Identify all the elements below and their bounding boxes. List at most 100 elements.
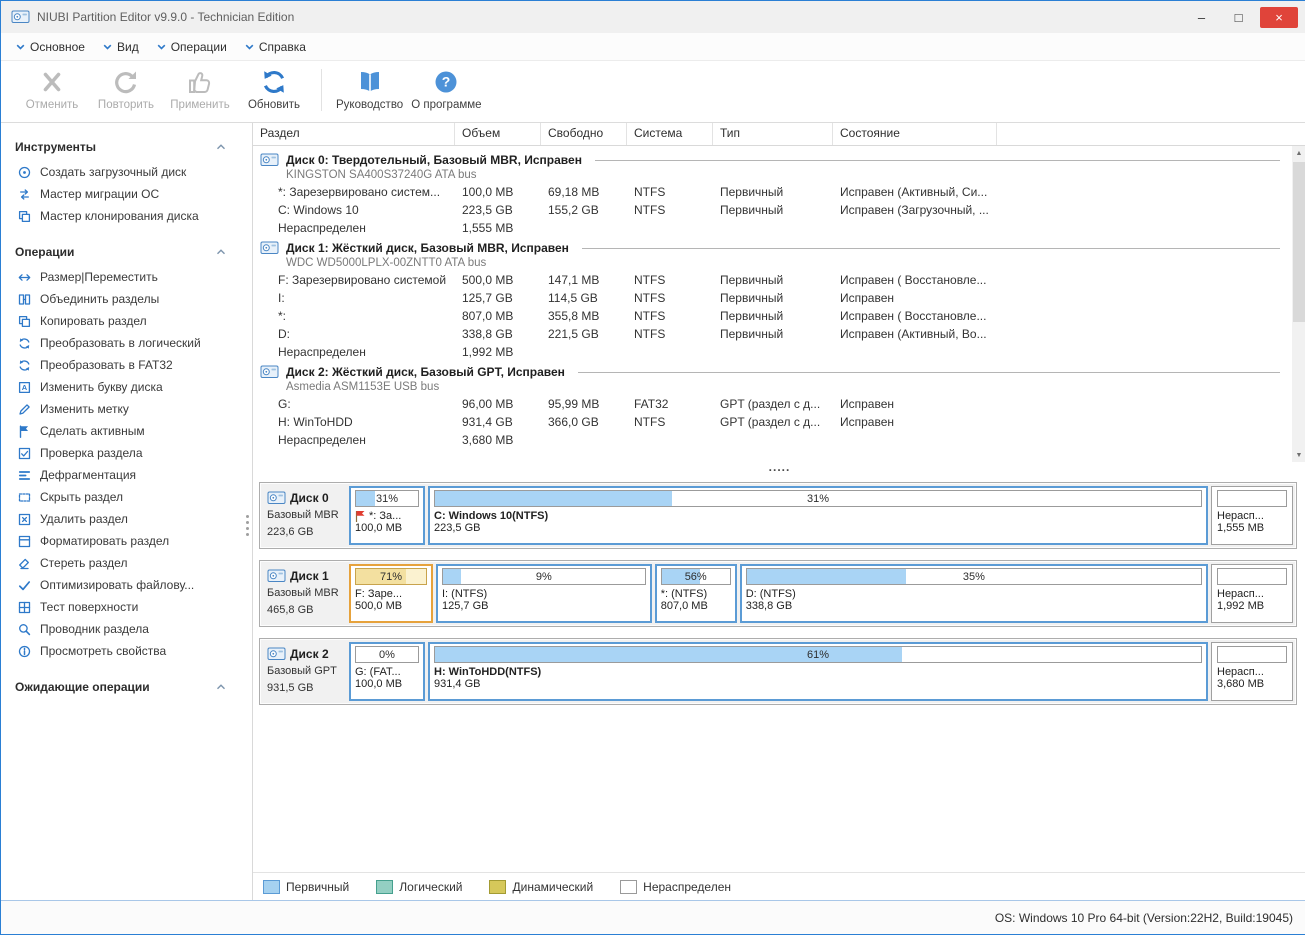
sidebar-item-set-active[interactable]: Сделать активным: [1, 420, 252, 442]
partition-row[interactable]: Нераспределен3,680 MB: [253, 431, 1292, 449]
column-header[interactable]: Объем: [455, 123, 541, 145]
partition-block[interactable]: 35% D: (NTFS) 338,8 GB: [740, 564, 1208, 623]
minimize-button[interactable]: –: [1186, 7, 1217, 28]
disk-info[interactable]: Диск 1 Базовый MBR 465,8 GB: [263, 564, 349, 623]
partition-label: Нерасп...: [1217, 666, 1287, 678]
sidebar-section-header[interactable]: Операции: [1, 240, 252, 266]
disk-icon: [267, 646, 286, 662]
disk-group-header[interactable]: Диск 2: Жёсткий диск, Базовый GPT, Испра…: [253, 361, 1292, 395]
menu-item-operations[interactable]: Операции: [150, 36, 238, 58]
partition-row[interactable]: C: Windows 10223,5 GB155,2 GBNTFSПервичн…: [253, 201, 1292, 219]
partition-row[interactable]: D:338,8 GB221,5 GBNTFSПервичныйИсправен …: [253, 325, 1292, 343]
sidebar-item-merge[interactable]: Объединить разделы: [1, 288, 252, 310]
table-cell: 114,5 GB: [541, 291, 627, 305]
sidebar-item-clone-disk[interactable]: Мастер клонирования диска: [1, 205, 252, 227]
partition-row[interactable]: *: Зарезервировано систем...100,0 MB69,1…: [253, 183, 1292, 201]
sidebar-item-wipe-partition[interactable]: Стереть раздел: [1, 552, 252, 574]
sidebar-item-optimize[interactable]: Оптимизировать файлову...: [1, 574, 252, 596]
scroll-up-icon[interactable]: ▲: [1292, 146, 1305, 160]
partition-row[interactable]: I:125,7 GB114,5 GBNTFSПервичныйИсправен: [253, 289, 1292, 307]
menu-item-help[interactable]: Справка: [238, 36, 317, 58]
title-bar[interactable]: NIUBI Partition Editor v9.9.0 - Technici…: [1, 1, 1305, 33]
vertical-scrollbar[interactable]: ▲ ▼: [1292, 146, 1305, 462]
partition-block[interactable]: 31% C: Windows 10(NTFS) 223,5 GB: [428, 486, 1208, 545]
usage-percent: 9%: [443, 569, 645, 584]
partition-label: Нерасп...: [1217, 588, 1287, 600]
partition-row[interactable]: H: WinToHDD931,4 GB366,0 GBNTFSGPT (разд…: [253, 413, 1292, 431]
sidebar-item-hide-partition[interactable]: Скрыть раздел: [1, 486, 252, 508]
usage-percent: 71%: [356, 569, 426, 584]
sidebar-item-os-migration[interactable]: Мастер миграции ОС: [1, 183, 252, 205]
sidebar-item-explorer[interactable]: Проводник раздела: [1, 618, 252, 640]
apply-button[interactable]: Применить: [163, 66, 237, 113]
partition-block[interactable]: 61% H: WinToHDD(NTFS) 931,4 GB: [428, 642, 1208, 701]
column-header[interactable]: Система: [627, 123, 713, 145]
column-header[interactable]: Свободно: [541, 123, 627, 145]
partition-row[interactable]: Нераспределен1,555 MB: [253, 219, 1292, 237]
apply-icon: [185, 68, 215, 96]
sidebar-item-copy[interactable]: Копировать раздел: [1, 310, 252, 332]
sidebar-item-format-partition[interactable]: Форматировать раздел: [1, 530, 252, 552]
sidebar-item-convert-fat32[interactable]: Преобразовать в FAT32: [1, 354, 252, 376]
refresh-button[interactable]: Обновить: [237, 66, 311, 113]
partition-row[interactable]: F: Зарезервировано системой500,0 MB147,1…: [253, 271, 1292, 289]
close-button[interactable]: ×: [1260, 7, 1298, 28]
redo-button[interactable]: Повторить: [89, 66, 163, 113]
partition-block[interactable]: Нерасп... 3,680 MB: [1211, 642, 1293, 701]
partition-block[interactable]: 9% I: (NTFS) 125,7 GB: [436, 564, 652, 623]
column-header[interactable]: Раздел: [253, 123, 455, 145]
undo-button[interactable]: Отменить: [15, 66, 89, 113]
partition-label: *: За...: [355, 510, 419, 522]
disk-info[interactable]: Диск 2 Базовый GPT 931,5 GB: [263, 642, 349, 701]
maximize-button[interactable]: □: [1223, 7, 1254, 28]
partition-block[interactable]: 56% *: (NTFS) 807,0 MB: [655, 564, 737, 623]
sidebar-item-resize[interactable]: Размер|Переместить: [1, 266, 252, 288]
scrollbar-track[interactable]: [1293, 160, 1305, 448]
partition-block[interactable]: 0% G: (FAT... 100,0 MB: [349, 642, 425, 701]
disk-group-header[interactable]: Диск 1: Жёсткий диск, Базовый MBR, Испра…: [253, 237, 1292, 271]
empty-space: [253, 716, 1305, 872]
partition-row[interactable]: *:807,0 MB355,8 MBNTFSПервичныйИсправен …: [253, 307, 1292, 325]
scroll-down-icon[interactable]: ▼: [1292, 448, 1305, 462]
table-cell: Исправен (Активный, Си...: [833, 185, 997, 199]
partition-block[interactable]: 71% F: Заре... 500,0 MB: [349, 564, 433, 623]
menu-item-main[interactable]: Основное: [9, 36, 96, 58]
sidebar-section-header[interactable]: Ожидающие операции: [1, 675, 252, 701]
sidebar-item-boot-disk[interactable]: Создать загрузочный диск: [1, 161, 252, 183]
sidebar-item-surface-test[interactable]: Тест поверхности: [1, 596, 252, 618]
legend-item: Динамический: [489, 880, 593, 894]
disk-info[interactable]: Диск 0 Базовый MBR 223,6 GB: [263, 486, 349, 545]
sidebar-item-convert-logical[interactable]: Преобразовать в логический: [1, 332, 252, 354]
partition-row[interactable]: Нераспределен1,992 MB: [253, 343, 1292, 361]
sidebar-item-properties[interactable]: Просмотреть свойства: [1, 640, 252, 662]
usage-percent: 35%: [747, 569, 1201, 584]
about-button[interactable]: ?О программе: [407, 66, 485, 113]
partition-block[interactable]: 31% *: За... 100,0 MB: [349, 486, 425, 545]
menu-item-view[interactable]: Вид: [96, 36, 150, 58]
guide-button[interactable]: Руководство: [332, 66, 407, 113]
check-partition-icon: [18, 447, 31, 460]
sidebar-item-defrag[interactable]: Дефрагментация: [1, 464, 252, 486]
sidebar-item-check-partition[interactable]: Проверка раздела: [1, 442, 252, 464]
table-cell: FAT32: [627, 397, 713, 411]
chevron-up-icon: [216, 683, 226, 691]
disk-group-header[interactable]: Диск 0: Твердотельный, Базовый MBR, Испр…: [253, 149, 1292, 183]
table-cell: 338,8 GB: [455, 327, 541, 341]
table-cell: 155,2 GB: [541, 203, 627, 217]
sidebar-splitter-handle[interactable]: [246, 515, 249, 518]
table-cell: Первичный: [713, 203, 833, 217]
sidebar-section-header[interactable]: Инструменты: [1, 135, 252, 161]
partition-block[interactable]: Нерасп... 1,992 MB: [1211, 564, 1293, 623]
scrollbar-thumb[interactable]: [1293, 162, 1305, 322]
sidebar-item-drive-letter[interactable]: AИзменить букву диска: [1, 376, 252, 398]
sidebar-item-delete-partition[interactable]: Удалить раздел: [1, 508, 252, 530]
sidebar-section: Операции Размер|ПереместитьОбъединить ра…: [1, 240, 252, 662]
partition-row[interactable]: G:96,00 MB95,99 MBFAT32GPT (раздел с д..…: [253, 395, 1292, 413]
sidebar-item-label[interactable]: Изменить метку: [1, 398, 252, 420]
column-header[interactable]: Тип: [713, 123, 833, 145]
table-cell: Первичный: [713, 327, 833, 341]
partition-block[interactable]: Нерасп... 1,555 MB: [1211, 486, 1293, 545]
table-cell: Нераспределен: [253, 345, 455, 359]
disk-icon: [267, 568, 286, 584]
column-header[interactable]: Состояние: [833, 123, 997, 145]
